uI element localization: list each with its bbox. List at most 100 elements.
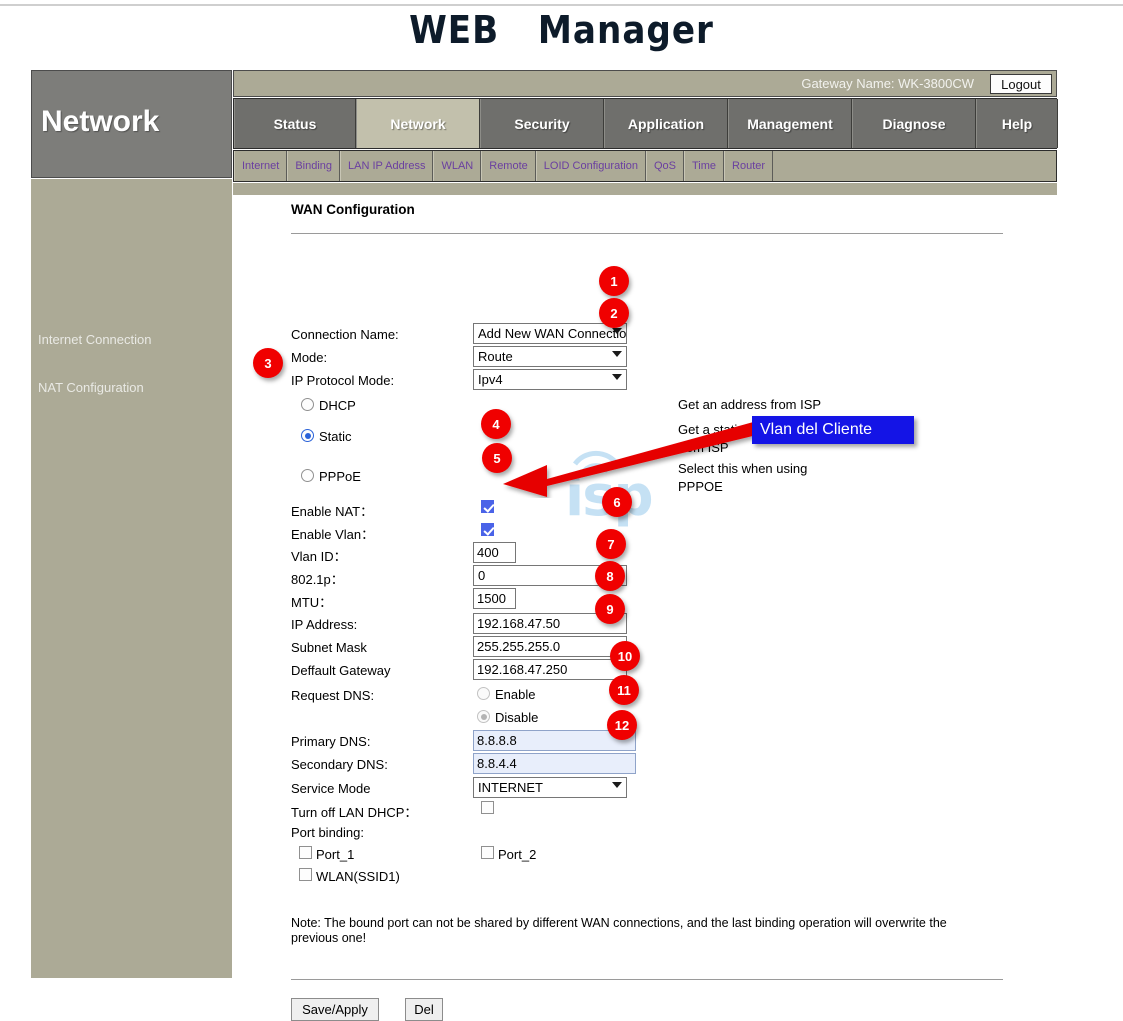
request-dns-enable-radio[interactable] bbox=[477, 687, 490, 700]
dot1p-label: 802.1p： bbox=[291, 569, 344, 588]
wlan-ssid1-checkbox[interactable] bbox=[299, 868, 312, 881]
sub-tab-bar: InternetBindingLAN IP AddressWLANRemoteL… bbox=[233, 150, 1057, 182]
mode-value: Route bbox=[478, 349, 513, 364]
connection-name-label: Connection Name: bbox=[291, 327, 399, 342]
default-gateway-input[interactable]: 192.168.47.250 bbox=[473, 659, 627, 680]
mtu-input[interactable]: 1500 bbox=[473, 588, 516, 609]
request-dns-disable-label: Disable bbox=[495, 710, 538, 725]
sub-tab-remote[interactable]: Remote bbox=[481, 151, 536, 181]
connection-name-value: Add New WAN Connection bbox=[478, 326, 627, 341]
service-mode-value: INTERNET bbox=[478, 780, 543, 795]
connection-name-select[interactable]: Add New WAN Connection bbox=[473, 323, 627, 344]
enable-nat-label: Enable NAT： bbox=[291, 501, 373, 520]
static-radio[interactable] bbox=[301, 429, 314, 442]
dot1p-value: 0 bbox=[478, 568, 485, 583]
step-badge-2: 2 bbox=[599, 298, 629, 328]
main-tab-management[interactable]: Management bbox=[728, 99, 852, 148]
step-badge-3: 3 bbox=[253, 348, 283, 378]
top-divider bbox=[0, 4, 1123, 6]
main-tab-help[interactable]: Help bbox=[976, 99, 1058, 148]
default-gateway-label: Deffault Gateway bbox=[291, 663, 390, 678]
main-tab-diagnose[interactable]: Diagnose bbox=[852, 99, 976, 148]
sub-tab-internet[interactable]: Internet bbox=[234, 151, 287, 181]
sub-tab-lan-ip-address[interactable]: LAN IP Address bbox=[340, 151, 433, 181]
request-dns-enable-label: Enable bbox=[495, 687, 535, 702]
save-apply-button[interactable]: Save/Apply bbox=[291, 998, 379, 1021]
dhcp-radio[interactable] bbox=[301, 398, 314, 411]
main-tab-bar: StatusNetworkSecurityApplicationManageme… bbox=[233, 98, 1057, 149]
sidebar: Internet Connection NAT Configuration bbox=[31, 179, 232, 978]
port-binding-label: Port binding: bbox=[291, 825, 364, 840]
port-1-checkbox[interactable] bbox=[299, 846, 312, 859]
mtu-label: MTU： bbox=[291, 592, 332, 611]
sub-tab-binding[interactable]: Binding bbox=[287, 151, 340, 181]
port-binding-note: Note: The bound port can not be shared b… bbox=[291, 916, 991, 946]
chevron-down-icon bbox=[612, 374, 622, 380]
vlan-id-input[interactable]: 400 bbox=[473, 542, 516, 563]
brand-box: Network bbox=[31, 70, 232, 178]
sub-tab-wlan[interactable]: WLAN bbox=[433, 151, 481, 181]
secondary-dns-input[interactable]: 8.8.4.4 bbox=[473, 753, 636, 774]
callout-arrow bbox=[495, 418, 765, 498]
pppoe-radio[interactable] bbox=[301, 469, 314, 482]
page-title: WAN Configuration bbox=[291, 202, 415, 217]
gateway-name: Gateway Name: WK-3800CW bbox=[801, 76, 974, 91]
turn-off-lan-dhcp-label: Turn off LAN DHCP： bbox=[291, 802, 417, 821]
port-2-checkbox[interactable] bbox=[481, 846, 494, 859]
step-badge-10: 10 bbox=[610, 641, 640, 671]
request-dns-disable-radio[interactable] bbox=[477, 710, 490, 723]
port-2-label: Port_2 bbox=[498, 847, 536, 862]
service-mode-select[interactable]: INTERNET bbox=[473, 777, 627, 798]
subnet-mask-label: Subnet Mask bbox=[291, 640, 367, 655]
enable-vlan-label: Enable Vlan： bbox=[291, 524, 374, 543]
app-frame: Network Internet Connection NAT Configur… bbox=[31, 70, 1057, 978]
sidebar-item-internet-connection[interactable]: Internet Connection bbox=[38, 332, 151, 347]
mode-select[interactable]: Route bbox=[473, 346, 627, 367]
step-badge-11: 11 bbox=[609, 675, 639, 705]
dhcp-hint: Get an address from ISP bbox=[678, 396, 838, 414]
main-tab-application[interactable]: Application bbox=[604, 99, 728, 148]
page-header: WEB Manager bbox=[0, 0, 1123, 62]
content-panel: WAN Configuration Connection Name: Add N… bbox=[233, 195, 1057, 978]
ip-protocol-mode-value: Ipv4 bbox=[478, 372, 503, 387]
pppoe-label: PPPoE bbox=[319, 469, 361, 484]
del-button[interactable]: Del bbox=[405, 998, 443, 1021]
brand-label: Network bbox=[41, 105, 159, 139]
chevron-down-icon bbox=[612, 328, 622, 334]
port-1-label: Port_1 bbox=[316, 847, 354, 862]
secondary-dns-label: Secondary DNS: bbox=[291, 757, 388, 772]
turn-off-lan-dhcp-checkbox[interactable] bbox=[481, 801, 494, 814]
tab-bar-spacer bbox=[233, 183, 1057, 195]
main-tab-security[interactable]: Security bbox=[480, 99, 604, 148]
sub-tab-filler bbox=[773, 151, 1056, 181]
mode-label: Mode: bbox=[291, 350, 327, 365]
app-title: WEB Manager bbox=[0, 8, 1123, 52]
gateway-bar: Gateway Name: WK-3800CW Logout bbox=[233, 70, 1057, 97]
title-divider bbox=[291, 233, 1003, 234]
callout-text: Vlan del Cliente bbox=[760, 421, 872, 438]
main-tab-status[interactable]: Status bbox=[234, 99, 356, 148]
sub-tab-qos[interactable]: QoS bbox=[646, 151, 684, 181]
step-badge-8: 8 bbox=[595, 561, 625, 591]
step-badge-12: 12 bbox=[607, 710, 637, 740]
sub-tab-router[interactable]: Router bbox=[724, 151, 773, 181]
callout-label: Vlan del Cliente bbox=[752, 416, 914, 444]
step-badge-9: 9 bbox=[595, 594, 625, 624]
main-tab-network[interactable]: Network bbox=[356, 99, 480, 148]
vlan-id-label: Vlan ID： bbox=[291, 546, 347, 565]
chevron-down-icon bbox=[612, 782, 622, 788]
sub-tab-loid-configuration[interactable]: LOID Configuration bbox=[536, 151, 646, 181]
enable-vlan-checkbox[interactable] bbox=[481, 523, 494, 536]
chevron-down-icon bbox=[612, 351, 622, 357]
subnet-mask-input[interactable]: 255.255.255.0 bbox=[473, 636, 627, 657]
sidebar-item-nat-configuration[interactable]: NAT Configuration bbox=[38, 380, 144, 395]
step-badge-1: 1 bbox=[599, 266, 629, 296]
logout-button[interactable]: Logout bbox=[990, 74, 1052, 94]
ip-address-label: IP Address: bbox=[291, 617, 357, 632]
step-badge-7: 7 bbox=[596, 529, 626, 559]
primary-dns-label: Primary DNS: bbox=[291, 734, 370, 749]
ip-protocol-mode-select[interactable]: Ipv4 bbox=[473, 369, 627, 390]
request-dns-label: Request DNS: bbox=[291, 688, 374, 703]
enable-nat-checkbox[interactable] bbox=[481, 500, 494, 513]
sub-tab-time[interactable]: Time bbox=[684, 151, 724, 181]
